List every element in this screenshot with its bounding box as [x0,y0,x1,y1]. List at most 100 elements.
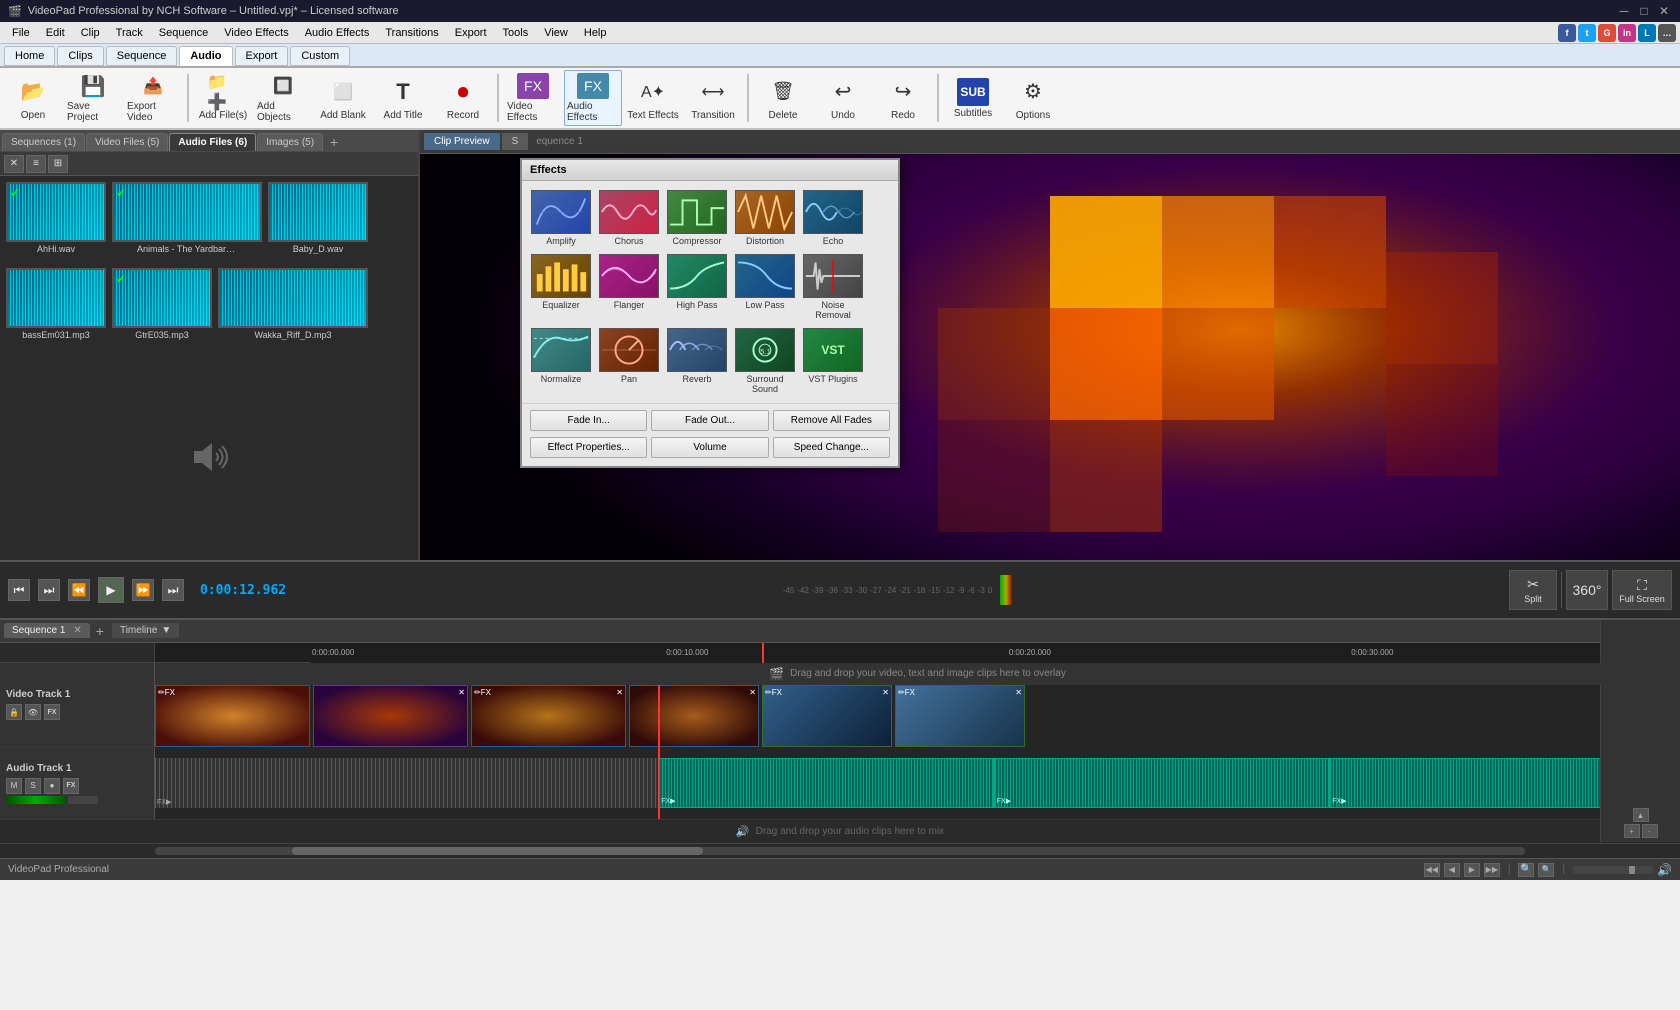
effect-pan[interactable]: Pan [596,325,662,397]
minimize-btn[interactable]: ─ [1616,3,1632,19]
step-back-btn[interactable]: ⏭ [38,579,60,601]
maximize-btn[interactable]: □ [1636,3,1652,19]
status-btn-2[interactable]: ◀ [1444,863,1460,877]
nav-tab-home[interactable]: Home [4,46,55,66]
transition-button[interactable]: ⟷ Transition [684,70,742,126]
effect-compressor[interactable]: Compressor [664,187,730,249]
menu-edit[interactable]: Edit [38,25,73,41]
button-360[interactable]: 360° [1566,570,1608,610]
save-project-button[interactable]: 💾 Save Project [64,70,122,126]
audio-pan[interactable] [68,796,98,804]
clip-preview-tab[interactable]: Clip Preview [424,133,500,150]
menu-track[interactable]: Track [108,25,151,41]
sequence-tab[interactable]: S [502,133,529,150]
effect-properties-btn[interactable]: Effect Properties... [530,437,647,458]
skip-to-end-btn[interactable]: ⏭ [162,579,184,601]
file-item[interactable]: ✓ Animals - The Yardbarkers.mp3 [112,182,262,262]
scrollbar-track[interactable] [155,847,1525,855]
menu-help[interactable]: Help [576,25,615,41]
zoom-in-btn[interactable]: + [1624,824,1640,838]
google-icon[interactable]: G [1598,24,1616,42]
sequence-tab-1[interactable]: Sequence 1 ✕ [4,623,90,638]
grid-view-btn[interactable]: ⊞ [48,155,68,173]
audio-clip-before[interactable]: FX▶ [155,758,658,808]
add-objects-button[interactable]: 🔲 Add Objects [254,70,312,126]
effect-normalize[interactable]: Normalize [528,325,594,397]
video-clip-4[interactable]: ✕ [629,685,759,747]
tab-images[interactable]: Images (5) [257,133,323,151]
effect-surround[interactable]: 5.1 Surround Sound [732,325,798,397]
close-btn[interactable]: ✕ [1656,3,1672,19]
skip-to-start-btn[interactable]: ⏮ [8,579,30,601]
timeline-label-btn[interactable]: Timeline ▼ [112,623,179,638]
video-effects-button[interactable]: FX Video Effects [504,70,562,126]
effect-vst[interactable]: VST VST Plugins [800,325,866,397]
video-clip-6[interactable]: ✏FX ✕ [895,685,1025,747]
video-clip-1[interactable]: ✏FX [155,685,310,747]
menu-transitions[interactable]: Transitions [377,25,446,41]
effect-lowpass[interactable]: Low Pass [732,251,798,323]
effect-flanger[interactable]: Flanger [596,251,662,323]
video-clip-3[interactable]: ✏FX ✕ [471,685,626,747]
audio-mute-btn[interactable]: M [6,778,22,794]
options-button[interactable]: ⚙ Options [1004,70,1062,126]
remove-all-fades-btn[interactable]: Remove All Fades [773,410,890,431]
menu-audio-effects[interactable]: Audio Effects [297,25,378,41]
fade-out-btn[interactable]: Fade Out... [651,410,768,431]
effect-chorus[interactable]: Chorus [596,187,662,249]
tab-add[interactable]: + [324,132,344,152]
record-button[interactable]: ⏺ Record [434,70,492,126]
rewind-btn[interactable]: ⏪ [68,579,90,601]
volume-slider[interactable] [1573,866,1653,874]
sequence-add-btn[interactable]: + [92,623,108,639]
nav-tab-custom[interactable]: Custom [290,46,350,66]
more-social-icon[interactable]: … [1658,24,1676,42]
title-controls[interactable]: ─ □ ✕ [1616,3,1672,19]
file-item[interactable]: Baby_D.wav [268,182,368,262]
file-item[interactable]: ✓ GtrE035.mp3 [112,268,212,348]
nav-tab-sequence[interactable]: Sequence [106,46,178,66]
audio-clip-2[interactable]: FX▶ [994,758,1330,808]
speaker-icon[interactable]: 🔊 [1657,863,1672,877]
nav-tab-audio[interactable]: Audio [179,46,232,66]
effect-noiseremoval[interactable]: Noise Removal [800,251,866,323]
effect-amplify[interactable]: Amplify [528,187,594,249]
scroll-up-btn[interactable]: ▲ [1633,808,1649,822]
audio-clip-1[interactable]: FX▶ [658,758,994,808]
menu-video-effects[interactable]: Video Effects [216,25,296,41]
file-item[interactable]: bassEm031.mp3 [6,268,106,348]
add-title-button[interactable]: T Add Title [374,70,432,126]
menu-file[interactable]: File [4,25,38,41]
track-eye-btn[interactable]: 👁 [25,704,41,720]
tab-sequences[interactable]: Sequences (1) [2,133,85,151]
video-clip-5[interactable]: ✏FX ✕ [762,685,892,747]
file-item[interactable]: ✓ AhHi.wav [6,182,106,262]
fullscreen-button[interactable]: ⛶ Full Screen [1612,570,1672,610]
text-effects-button[interactable]: A✦ Text Effects [624,70,682,126]
subtitles-button[interactable]: SUB Subtitles [944,70,1002,126]
menu-view[interactable]: View [536,25,576,41]
track-lock-btn[interactable]: 🔒 [6,704,22,720]
list-view-btn[interactable]: ≡ [26,155,46,173]
fast-forward-btn[interactable]: ⏩ [132,579,154,601]
sequence-close-btn[interactable]: ✕ [73,625,81,636]
tab-audio-files[interactable]: Audio Files (6) [169,133,256,151]
nav-tab-clips[interactable]: Clips [57,46,103,66]
audio-fx-btn[interactable]: FX [63,778,79,794]
status-btn-3[interactable]: ▶ [1464,863,1480,877]
zoom-in-status-btn[interactable]: 🔍 [1518,863,1534,877]
fade-in-btn[interactable]: Fade In... [530,410,647,431]
audio-fader[interactable] [6,796,66,804]
menu-tools[interactable]: Tools [495,25,537,41]
menu-sequence[interactable]: Sequence [151,25,217,41]
effect-reverb[interactable]: Reverb [664,325,730,397]
open-button[interactable]: 📂 Open [4,70,62,126]
delete-button[interactable]: 🗑 Delete [754,70,812,126]
audio-record-btn[interactable]: ● [44,778,60,794]
facebook-icon[interactable]: f [1558,24,1576,42]
zoom-out-btn[interactable]: - [1642,824,1658,838]
zoom-out-status-btn[interactable]: 🔍 [1538,863,1554,877]
redo-button[interactable]: ↪ Redo [874,70,932,126]
status-btn-4[interactable]: ▶▶ [1484,863,1500,877]
speed-change-btn[interactable]: Speed Change... [773,437,890,458]
